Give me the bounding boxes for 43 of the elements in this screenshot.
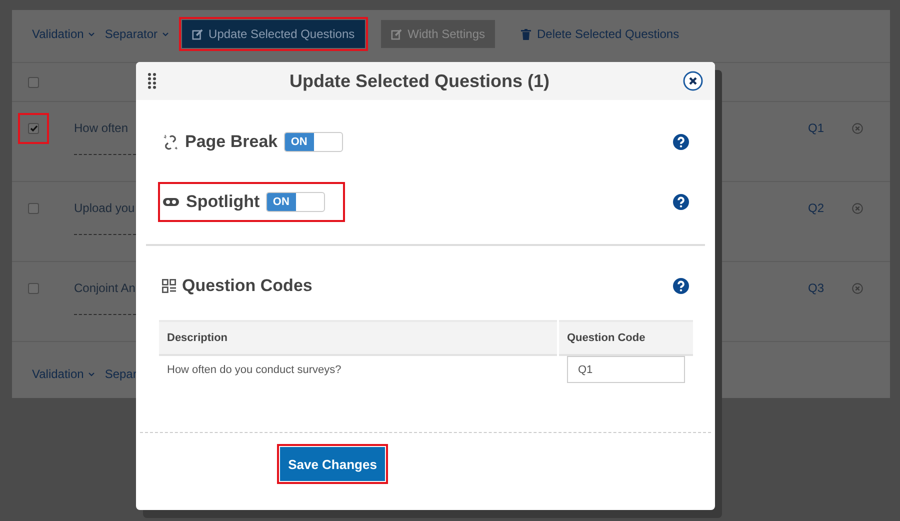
section-title: Question Codes bbox=[182, 276, 312, 296]
dropdown-menu[interactable]: Validation bbox=[32, 367, 95, 381]
broken-link-icon bbox=[162, 134, 179, 150]
chevron-icon bbox=[162, 32, 169, 36]
edit-icon bbox=[390, 28, 402, 40]
glasses-icon bbox=[162, 196, 180, 208]
question-text: Conjoint An bbox=[74, 281, 136, 295]
delete-button[interactable]: Delete Selected Questions bbox=[511, 20, 690, 48]
dropdown-menu[interactable]: Validation bbox=[32, 27, 95, 41]
code-input[interactable]: Q1 bbox=[567, 356, 685, 383]
question-code: Q2 bbox=[808, 201, 824, 215]
edit-icon bbox=[192, 28, 203, 40]
remove-icon[interactable] bbox=[852, 203, 863, 214]
qr-code-icon bbox=[162, 279, 176, 293]
row-checkbox[interactable] bbox=[28, 203, 39, 214]
table-cell-text: How often do you conduct surveys? bbox=[166, 363, 342, 378]
question-text: How often bbox=[74, 121, 128, 135]
column-header: Description bbox=[159, 320, 557, 356]
help-icon[interactable] bbox=[673, 278, 689, 294]
question-text: Upload you bbox=[74, 201, 135, 215]
remove-icon[interactable] bbox=[852, 283, 863, 294]
dropdown-menu[interactable]: Separator bbox=[104, 27, 169, 41]
row-checkbox[interactable] bbox=[28, 123, 39, 134]
row-checkbox[interactable] bbox=[28, 283, 39, 294]
help-icon[interactable] bbox=[673, 134, 689, 150]
chevron-icon bbox=[88, 372, 95, 376]
toggle-switch[interactable]: ON bbox=[266, 192, 325, 212]
close-icon[interactable] bbox=[683, 71, 703, 91]
select-all-checkbox[interactable] bbox=[28, 76, 39, 88]
question-code: Q3 bbox=[808, 281, 824, 295]
help-icon[interactable] bbox=[673, 194, 689, 210]
dialog-title: Update Selected Questions (1) bbox=[288, 70, 551, 92]
setting-label: Page Break bbox=[185, 132, 278, 152]
question-code: Q1 bbox=[808, 121, 824, 135]
column-header: Question Code bbox=[559, 320, 693, 356]
save-button[interactable]: Save Changes bbox=[280, 447, 385, 481]
setting-label: Spotlight bbox=[186, 192, 260, 212]
toggle-switch[interactable]: ON bbox=[284, 132, 343, 152]
toolbar-button[interactable]: Update Selected Questions bbox=[182, 20, 365, 48]
trash-icon bbox=[521, 28, 531, 40]
chevron-icon bbox=[88, 32, 95, 36]
remove-icon[interactable] bbox=[852, 123, 863, 134]
drag-handle-icon[interactable] bbox=[148, 73, 156, 89]
